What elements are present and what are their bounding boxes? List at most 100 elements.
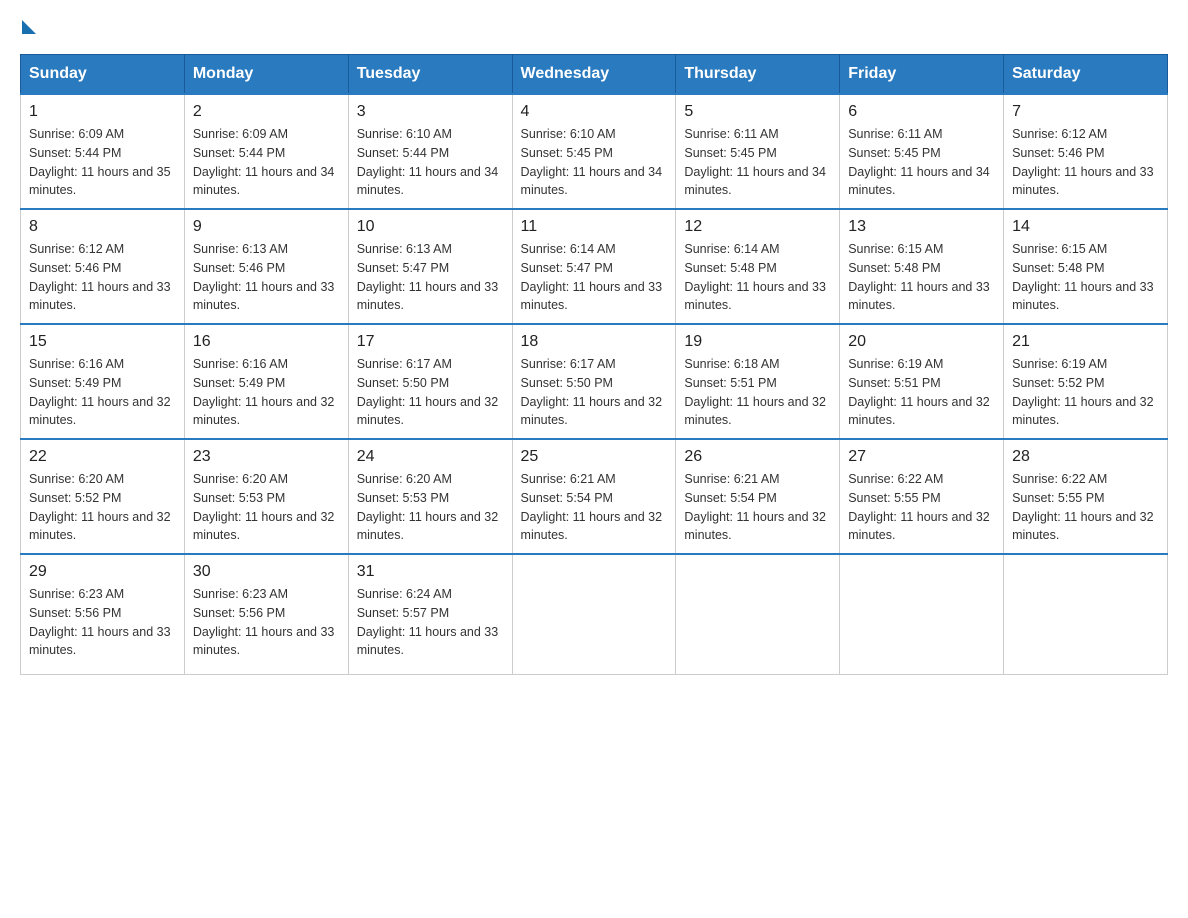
day-info: Sunrise: 6:17 AM Sunset: 5:50 PM Dayligh… (357, 355, 504, 430)
calendar-cell: 15 Sunrise: 6:16 AM Sunset: 5:49 PM Dayl… (21, 324, 185, 439)
calendar-week-row: 22 Sunrise: 6:20 AM Sunset: 5:52 PM Dayl… (21, 439, 1168, 554)
day-info: Sunrise: 6:10 AM Sunset: 5:45 PM Dayligh… (521, 125, 668, 200)
day-info: Sunrise: 6:18 AM Sunset: 5:51 PM Dayligh… (684, 355, 831, 430)
day-number: 25 (521, 448, 668, 466)
day-info: Sunrise: 6:20 AM Sunset: 5:53 PM Dayligh… (357, 470, 504, 545)
calendar-cell: 12 Sunrise: 6:14 AM Sunset: 5:48 PM Dayl… (676, 209, 840, 324)
day-number: 1 (29, 103, 176, 121)
calendar-cell: 5 Sunrise: 6:11 AM Sunset: 5:45 PM Dayli… (676, 94, 840, 209)
calendar-cell: 13 Sunrise: 6:15 AM Sunset: 5:48 PM Dayl… (840, 209, 1004, 324)
day-info: Sunrise: 6:22 AM Sunset: 5:55 PM Dayligh… (1012, 470, 1159, 545)
day-info: Sunrise: 6:10 AM Sunset: 5:44 PM Dayligh… (357, 125, 504, 200)
day-number: 14 (1012, 218, 1159, 236)
day-number: 11 (521, 218, 668, 236)
col-header-tuesday: Tuesday (348, 55, 512, 95)
day-info: Sunrise: 6:13 AM Sunset: 5:47 PM Dayligh… (357, 240, 504, 315)
day-info: Sunrise: 6:11 AM Sunset: 5:45 PM Dayligh… (848, 125, 995, 200)
calendar-week-row: 8 Sunrise: 6:12 AM Sunset: 5:46 PM Dayli… (21, 209, 1168, 324)
calendar-table: SundayMondayTuesdayWednesdayThursdayFrid… (20, 54, 1168, 675)
day-info: Sunrise: 6:19 AM Sunset: 5:51 PM Dayligh… (848, 355, 995, 430)
day-number: 13 (848, 218, 995, 236)
calendar-week-row: 15 Sunrise: 6:16 AM Sunset: 5:49 PM Dayl… (21, 324, 1168, 439)
calendar-cell: 1 Sunrise: 6:09 AM Sunset: 5:44 PM Dayli… (21, 94, 185, 209)
day-info: Sunrise: 6:19 AM Sunset: 5:52 PM Dayligh… (1012, 355, 1159, 430)
day-info: Sunrise: 6:24 AM Sunset: 5:57 PM Dayligh… (357, 585, 504, 660)
calendar-cell: 10 Sunrise: 6:13 AM Sunset: 5:47 PM Dayl… (348, 209, 512, 324)
col-header-monday: Monday (184, 55, 348, 95)
day-info: Sunrise: 6:16 AM Sunset: 5:49 PM Dayligh… (29, 355, 176, 430)
col-header-thursday: Thursday (676, 55, 840, 95)
calendar-cell: 11 Sunrise: 6:14 AM Sunset: 5:47 PM Dayl… (512, 209, 676, 324)
day-number: 29 (29, 563, 176, 581)
day-number: 18 (521, 333, 668, 351)
day-number: 8 (29, 218, 176, 236)
calendar-cell (676, 554, 840, 674)
day-number: 5 (684, 103, 831, 121)
calendar-cell: 6 Sunrise: 6:11 AM Sunset: 5:45 PM Dayli… (840, 94, 1004, 209)
day-info: Sunrise: 6:09 AM Sunset: 5:44 PM Dayligh… (193, 125, 340, 200)
day-number: 7 (1012, 103, 1159, 121)
calendar-cell: 28 Sunrise: 6:22 AM Sunset: 5:55 PM Dayl… (1004, 439, 1168, 554)
calendar-cell: 20 Sunrise: 6:19 AM Sunset: 5:51 PM Dayl… (840, 324, 1004, 439)
calendar-week-row: 29 Sunrise: 6:23 AM Sunset: 5:56 PM Dayl… (21, 554, 1168, 674)
day-number: 31 (357, 563, 504, 581)
day-info: Sunrise: 6:21 AM Sunset: 5:54 PM Dayligh… (521, 470, 668, 545)
page-header (20, 20, 1168, 34)
calendar-week-row: 1 Sunrise: 6:09 AM Sunset: 5:44 PM Dayli… (21, 94, 1168, 209)
day-info: Sunrise: 6:15 AM Sunset: 5:48 PM Dayligh… (1012, 240, 1159, 315)
day-number: 4 (521, 103, 668, 121)
day-info: Sunrise: 6:17 AM Sunset: 5:50 PM Dayligh… (521, 355, 668, 430)
calendar-cell: 14 Sunrise: 6:15 AM Sunset: 5:48 PM Dayl… (1004, 209, 1168, 324)
calendar-cell: 26 Sunrise: 6:21 AM Sunset: 5:54 PM Dayl… (676, 439, 840, 554)
day-number: 9 (193, 218, 340, 236)
col-header-friday: Friday (840, 55, 1004, 95)
day-number: 24 (357, 448, 504, 466)
day-info: Sunrise: 6:09 AM Sunset: 5:44 PM Dayligh… (29, 125, 176, 200)
day-number: 10 (357, 218, 504, 236)
calendar-cell: 27 Sunrise: 6:22 AM Sunset: 5:55 PM Dayl… (840, 439, 1004, 554)
day-number: 20 (848, 333, 995, 351)
day-number: 6 (848, 103, 995, 121)
calendar-cell: 8 Sunrise: 6:12 AM Sunset: 5:46 PM Dayli… (21, 209, 185, 324)
day-info: Sunrise: 6:20 AM Sunset: 5:53 PM Dayligh… (193, 470, 340, 545)
calendar-cell: 31 Sunrise: 6:24 AM Sunset: 5:57 PM Dayl… (348, 554, 512, 674)
calendar-header-row: SundayMondayTuesdayWednesdayThursdayFrid… (21, 55, 1168, 95)
day-number: 21 (1012, 333, 1159, 351)
day-info: Sunrise: 6:12 AM Sunset: 5:46 PM Dayligh… (1012, 125, 1159, 200)
calendar-cell: 2 Sunrise: 6:09 AM Sunset: 5:44 PM Dayli… (184, 94, 348, 209)
calendar-cell (512, 554, 676, 674)
calendar-cell: 7 Sunrise: 6:12 AM Sunset: 5:46 PM Dayli… (1004, 94, 1168, 209)
calendar-cell (1004, 554, 1168, 674)
logo-triangle-icon (22, 20, 36, 34)
day-number: 28 (1012, 448, 1159, 466)
day-number: 27 (848, 448, 995, 466)
calendar-cell (840, 554, 1004, 674)
logo (20, 20, 36, 34)
day-info: Sunrise: 6:14 AM Sunset: 5:47 PM Dayligh… (521, 240, 668, 315)
day-info: Sunrise: 6:22 AM Sunset: 5:55 PM Dayligh… (848, 470, 995, 545)
day-number: 3 (357, 103, 504, 121)
day-info: Sunrise: 6:21 AM Sunset: 5:54 PM Dayligh… (684, 470, 831, 545)
day-number: 2 (193, 103, 340, 121)
day-number: 19 (684, 333, 831, 351)
day-info: Sunrise: 6:12 AM Sunset: 5:46 PM Dayligh… (29, 240, 176, 315)
day-number: 30 (193, 563, 340, 581)
calendar-cell: 9 Sunrise: 6:13 AM Sunset: 5:46 PM Dayli… (184, 209, 348, 324)
day-info: Sunrise: 6:13 AM Sunset: 5:46 PM Dayligh… (193, 240, 340, 315)
day-number: 17 (357, 333, 504, 351)
day-info: Sunrise: 6:23 AM Sunset: 5:56 PM Dayligh… (193, 585, 340, 660)
day-number: 16 (193, 333, 340, 351)
calendar-cell: 25 Sunrise: 6:21 AM Sunset: 5:54 PM Dayl… (512, 439, 676, 554)
calendar-cell: 3 Sunrise: 6:10 AM Sunset: 5:44 PM Dayli… (348, 94, 512, 209)
calendar-cell: 19 Sunrise: 6:18 AM Sunset: 5:51 PM Dayl… (676, 324, 840, 439)
day-info: Sunrise: 6:14 AM Sunset: 5:48 PM Dayligh… (684, 240, 831, 315)
calendar-cell: 18 Sunrise: 6:17 AM Sunset: 5:50 PM Dayl… (512, 324, 676, 439)
day-number: 22 (29, 448, 176, 466)
calendar-cell: 17 Sunrise: 6:17 AM Sunset: 5:50 PM Dayl… (348, 324, 512, 439)
calendar-cell: 30 Sunrise: 6:23 AM Sunset: 5:56 PM Dayl… (184, 554, 348, 674)
calendar-cell: 24 Sunrise: 6:20 AM Sunset: 5:53 PM Dayl… (348, 439, 512, 554)
day-info: Sunrise: 6:20 AM Sunset: 5:52 PM Dayligh… (29, 470, 176, 545)
col-header-sunday: Sunday (21, 55, 185, 95)
calendar-cell: 23 Sunrise: 6:20 AM Sunset: 5:53 PM Dayl… (184, 439, 348, 554)
day-number: 12 (684, 218, 831, 236)
